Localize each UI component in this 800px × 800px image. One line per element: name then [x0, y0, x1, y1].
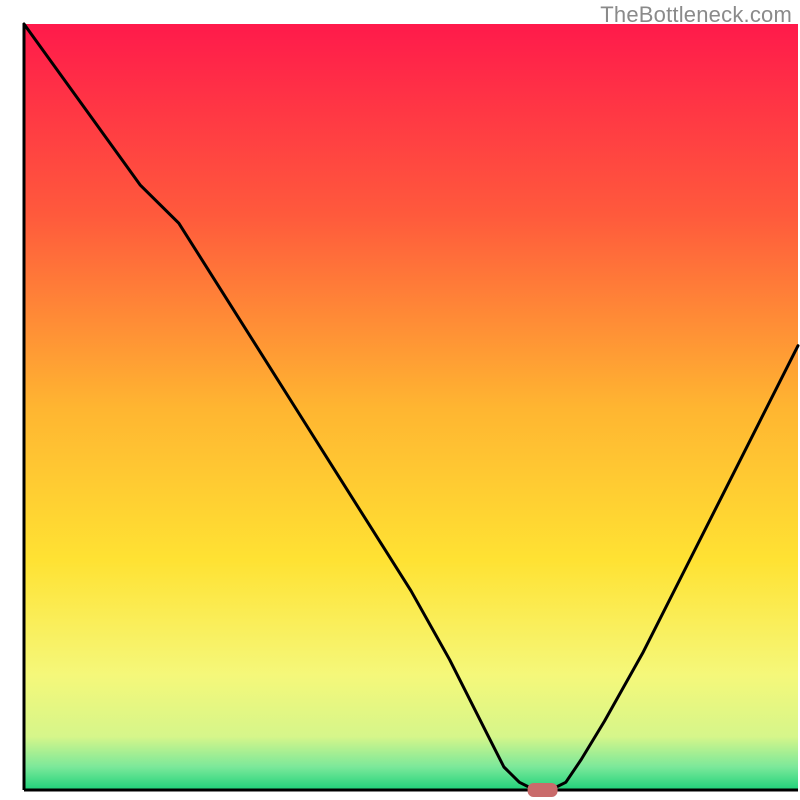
bottleneck-chart — [0, 0, 800, 800]
optimum-marker — [528, 783, 558, 797]
plot-background — [24, 24, 798, 790]
chart-frame: TheBottleneck.com — [0, 0, 800, 800]
watermark-text: TheBottleneck.com — [600, 2, 792, 28]
